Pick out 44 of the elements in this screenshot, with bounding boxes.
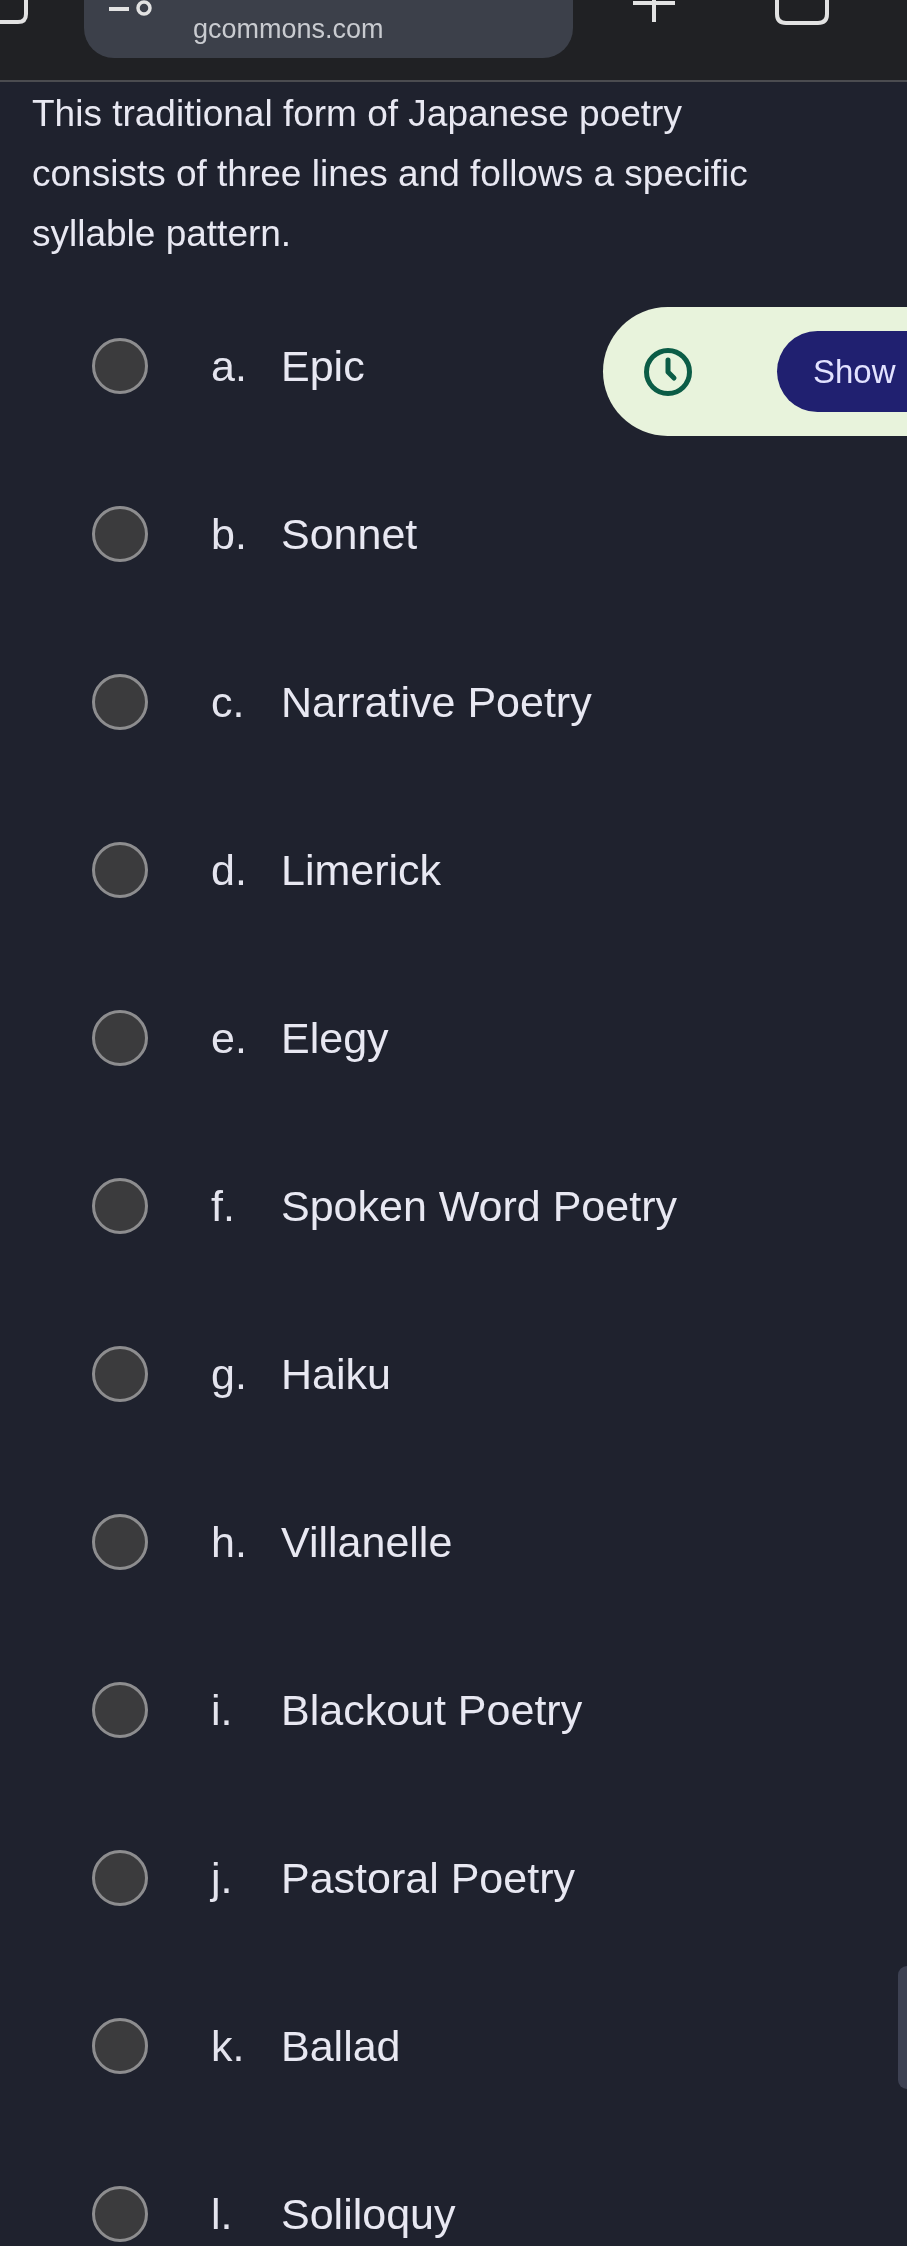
- option-letter: i.: [211, 1685, 234, 1735]
- radio-button[interactable]: [92, 1010, 148, 1066]
- option-label[interactable]: Narrative Poetry: [281, 677, 592, 727]
- radio-button[interactable]: [92, 1850, 148, 1906]
- radio-button[interactable]: [92, 2018, 148, 2074]
- option-letter: k.: [211, 2021, 246, 2071]
- radio-button[interactable]: [92, 1682, 148, 1738]
- clock-icon: [643, 346, 693, 397]
- radio-button[interactable]: [92, 506, 148, 562]
- radio-button[interactable]: [92, 338, 148, 394]
- radio-button[interactable]: [92, 1178, 148, 1234]
- option-label[interactable]: Ballad: [281, 2021, 401, 2071]
- option-label[interactable]: Sonnet: [281, 509, 418, 559]
- square-outline-icon[interactable]: [0, 0, 30, 26]
- option-label[interactable]: Limerick: [281, 845, 442, 895]
- option-label[interactable]: Soliloquy: [281, 2189, 456, 2239]
- tabs-icon[interactable]: [775, 0, 829, 26]
- radio-button[interactable]: [92, 1346, 148, 1402]
- option-letter: a.: [211, 341, 248, 391]
- show-button[interactable]: Show: [777, 331, 907, 412]
- option-label[interactable]: Elegy: [281, 1013, 389, 1063]
- option-letter: b.: [211, 509, 248, 559]
- option-label[interactable]: Blackout Poetry: [281, 1685, 583, 1735]
- option-letter: j.: [211, 1853, 234, 1903]
- option-letter: g.: [211, 1349, 248, 1399]
- option-letter: f.: [211, 1181, 236, 1231]
- option-label[interactable]: Spoken Word Poetry: [281, 1181, 677, 1231]
- option-letter: h.: [211, 1517, 248, 1567]
- address-bar[interactable]: gcommons.com: [84, 0, 573, 58]
- tune-icon[interactable]: [109, 0, 153, 18]
- radio-button[interactable]: [92, 842, 148, 898]
- option-label[interactable]: Epic: [281, 341, 365, 391]
- radio-button[interactable]: [92, 674, 148, 730]
- option-letter: d.: [211, 845, 248, 895]
- option-letter: l.: [211, 2189, 234, 2239]
- radio-button[interactable]: [92, 2186, 148, 2242]
- option-letter: e.: [211, 1013, 248, 1063]
- option-label[interactable]: Villanelle: [281, 1517, 453, 1567]
- option-label[interactable]: Pastoral Poetry: [281, 1853, 575, 1903]
- radio-button[interactable]: [92, 1514, 148, 1570]
- plus-icon[interactable]: [633, 0, 675, 24]
- option-letter: c.: [211, 677, 246, 727]
- option-label[interactable]: Haiku: [281, 1349, 391, 1399]
- question-text: This traditional form of Japanese poetry consists of three lines and follows a specific syllable pattern.: [31, 92, 749, 256]
